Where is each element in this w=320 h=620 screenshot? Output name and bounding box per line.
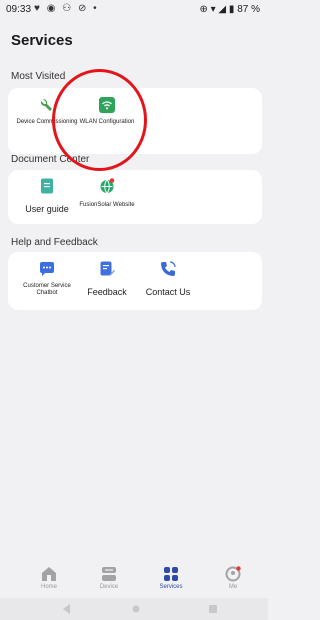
tile-user-guide[interactable]: User guide	[20, 178, 74, 220]
tile-customer-service-chatbot[interactable]: Customer Service Chatbot	[20, 261, 74, 307]
page-title: Services	[11, 32, 73, 49]
status-bar: 09:33 ♥ ◉ ⚇ ⊘ • ⊕ ▾ ◢ ▮ 87 %	[0, 0, 268, 22]
device-icon	[102, 567, 116, 581]
tile-feedback[interactable]: Feedback	[80, 261, 134, 307]
document-center-card: User guide FusionSolar Website	[8, 170, 262, 224]
back-icon[interactable]	[63, 604, 71, 614]
tile-fusionsolar-website[interactable]: FusionSolar Website	[79, 178, 135, 220]
home-icon	[42, 567, 56, 581]
status-time: 09:33	[6, 4, 32, 15]
help-feedback-card: Customer Service Chatbot Feedback Contac…	[8, 252, 262, 310]
section-title-help-feedback: Help and Feedback	[11, 237, 98, 248]
system-nav-bar	[0, 598, 268, 620]
connectivity-icons: ⊕ ▾ ◢	[199, 4, 227, 15]
globe-icon	[100, 178, 115, 194]
tile-label: Feedback	[87, 287, 127, 297]
bottom-nav: Home Device Services Me	[0, 560, 268, 596]
status-right: ⊕ ▾ ◢ ▮ 87 %	[199, 4, 260, 15]
chat-icon	[40, 262, 54, 276]
battery-icon: ▮	[228, 4, 235, 15]
services-icon	[164, 567, 178, 581]
phone-icon	[161, 261, 176, 276]
home-circle-icon[interactable]	[132, 605, 140, 613]
recents-icon[interactable]	[209, 605, 217, 613]
notification-icons: ♥ ◉ ⚇ ⊘ •	[34, 3, 99, 14]
nav-label: Home	[40, 584, 57, 590]
tile-label: Contact Us	[145, 287, 191, 297]
section-title-most-visited: Most Visited	[11, 71, 66, 82]
tile-contact-us[interactable]: Contact Us	[141, 261, 195, 307]
tile-label: Customer Service Chatbot	[23, 283, 71, 296]
nav-label: Services	[159, 584, 183, 590]
tile-label: User guide	[25, 204, 69, 214]
tile-label: FusionSolar Website	[79, 202, 135, 208]
feedback-icon	[100, 261, 115, 276]
nav-label: Device	[99, 584, 119, 590]
annotation-circle	[52, 69, 147, 171]
nav-label: Me	[228, 584, 238, 590]
document-icon	[41, 178, 53, 194]
battery-level: 87 %	[237, 4, 260, 15]
user-icon	[225, 566, 241, 582]
